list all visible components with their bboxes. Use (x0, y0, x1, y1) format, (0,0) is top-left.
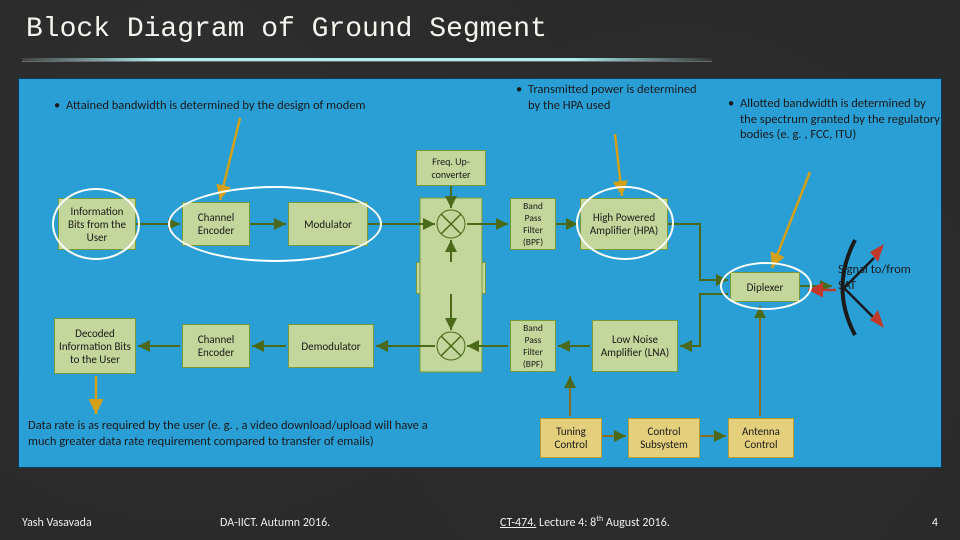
footer-page-number: 4 (932, 516, 938, 530)
block-bpf-rx: Band Pass Filter (BPF) (510, 320, 556, 372)
block-control-subsystem: Control Subsystem (628, 418, 700, 458)
anno-ellipse-hpa (576, 186, 674, 260)
block-encoder-rx: Channel Encoder (182, 324, 250, 368)
block-demodulator: Demodulator (288, 324, 374, 368)
bullet-transmitted: • Transmitted power is determined by the… (528, 82, 698, 113)
block-tuning-control-label: Tuning Control (545, 425, 597, 451)
footer-lecture-mid: Lecture 4: 8 (536, 516, 596, 530)
footer-lecture-end: August 2016. (603, 516, 670, 530)
slide-title: Block Diagram of Ground Segment (26, 14, 547, 45)
footer-institution: DA-IICT. Autumn 2016. (220, 516, 330, 530)
bullet-datarate-text: Data rate is as required by the user (e.… (28, 418, 428, 449)
block-upconverter: Freq. Up-converter (416, 150, 486, 186)
bullet-signal: Signal to/from SAT (838, 262, 918, 293)
bullet-attained: • Attained bandwidth is determined by th… (66, 98, 426, 114)
bullet-dot-icon: • (728, 96, 734, 112)
bullet-transmitted-text: Transmitted power is determined by the H… (528, 82, 697, 113)
footer-lecture: CT-474. Lecture 4: 8th August 2016. (500, 514, 670, 530)
footer-lecture-code: CT-474. (500, 516, 536, 530)
block-lna-label: Low Noise Amplifier (LNA) (597, 333, 673, 359)
block-bpf-tx-label: Band Pass Filter (BPF) (515, 200, 551, 248)
block-info-out: Decoded Information Bits to the User (54, 318, 136, 374)
block-upconverter-label: Freq. Up-converter (421, 155, 481, 181)
bullet-attained-text: Attained bandwidth is determined by the … (66, 98, 366, 113)
block-bpf-rx-label: Band Pass Filter (BPF) (515, 322, 551, 370)
bullet-datarate: Data rate is as required by the user (e.… (28, 418, 458, 449)
bullet-dot-icon: • (516, 82, 522, 98)
block-lna: Low Noise Amplifier (LNA) (592, 320, 678, 372)
block-ref-oscillator: Reference Oscillator (416, 262, 486, 294)
bullet-signal-text: Signal to/from SAT (838, 262, 911, 293)
bullet-allotted-text: Allotted bandwidth is determined by the … (740, 96, 940, 142)
bullet-allotted: • Allotted bandwidth is determined by th… (740, 96, 940, 143)
anno-ellipse-modem (168, 186, 382, 262)
block-antenna-control: Antenna Control (728, 418, 794, 458)
block-info-out-label: Decoded Information Bits to the User (59, 327, 131, 366)
anno-ellipse-diplexer (720, 262, 812, 310)
footer-author: Yash Vasavada (22, 516, 92, 530)
block-ref-oscillator-label: Reference Oscillator (421, 265, 481, 291)
block-demodulator-label: Demodulator (301, 340, 360, 353)
bullet-dot-icon: • (54, 98, 60, 114)
anno-ellipse-info-in (52, 188, 140, 260)
block-antenna-control-label: Antenna Control (733, 425, 789, 451)
block-bpf-tx: Band Pass Filter (BPF) (510, 198, 556, 250)
slide-root: Block Diagram of Ground Segment • Attain… (0, 0, 960, 540)
block-encoder-rx-label: Channel Encoder (187, 333, 245, 359)
block-control-subsystem-label: Control Subsystem (633, 425, 695, 451)
block-tuning-control: Tuning Control (540, 418, 602, 458)
title-underline (22, 58, 712, 61)
